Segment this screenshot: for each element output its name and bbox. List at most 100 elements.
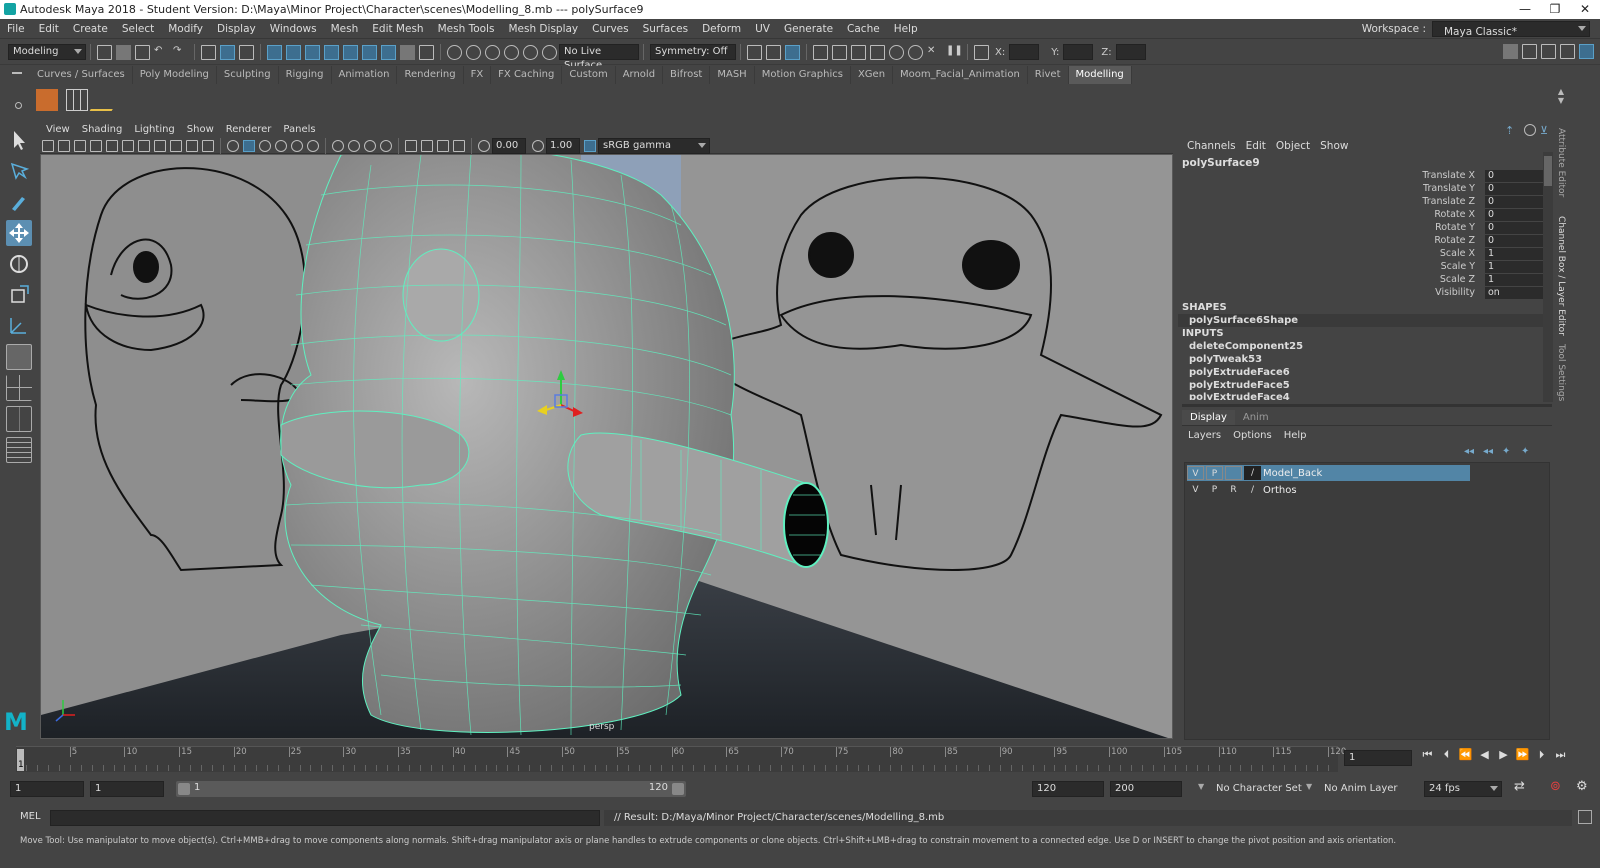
grid-icon[interactable] bbox=[106, 139, 118, 152]
anim-layer-select[interactable]: No Anim Layer bbox=[1324, 783, 1398, 794]
select-object-icon[interactable] bbox=[220, 44, 235, 60]
channel-box-tab[interactable]: Channel Box / Layer Editor bbox=[1556, 216, 1566, 336]
open-scene-icon[interactable] bbox=[116, 44, 131, 60]
z-field[interactable] bbox=[1115, 44, 1146, 60]
wireframe-on-shaded-icon[interactable] bbox=[259, 139, 271, 152]
attr-rotate-z[interactable]: Rotate Z0 bbox=[1178, 235, 1543, 248]
new-scene-icon[interactable] bbox=[97, 44, 112, 60]
attr-scale-y[interactable]: Scale Y1 bbox=[1178, 261, 1543, 274]
isolate-select-icon[interactable] bbox=[405, 139, 417, 152]
step-forward-key-icon[interactable]: ⏵ bbox=[1532, 748, 1551, 762]
mask-curves-icon[interactable] bbox=[305, 44, 320, 60]
snap-grid-icon[interactable] bbox=[447, 44, 462, 60]
color-management-icon[interactable] bbox=[584, 139, 596, 152]
move-layer-up-icon[interactable]: ◂◂ bbox=[1464, 446, 1479, 461]
workspace-select[interactable]: Maya Classic* bbox=[1432, 21, 1590, 38]
single-perspective-layout-icon[interactable] bbox=[6, 344, 32, 370]
menu-curves[interactable]: Curves bbox=[585, 19, 635, 39]
live-surface-field[interactable]: No Live Surface bbox=[559, 44, 639, 71]
motion-blur-icon[interactable] bbox=[348, 139, 360, 152]
mask-joints-icon[interactable] bbox=[286, 44, 301, 60]
shelf-tab-curves-surfaces[interactable]: Curves / Surfaces bbox=[30, 66, 133, 84]
four-view-layout-icon[interactable] bbox=[6, 375, 32, 401]
render-settings-icon[interactable] bbox=[870, 44, 885, 60]
range-start-field[interactable]: 1 bbox=[90, 781, 164, 797]
layer-visibility-toggle[interactable]: V bbox=[1187, 466, 1204, 480]
wireframe-icon[interactable] bbox=[227, 139, 239, 152]
current-frame-field[interactable]: 1 bbox=[1344, 750, 1412, 766]
resolution-gate-icon[interactable] bbox=[138, 139, 150, 152]
menu-help[interactable]: Help bbox=[887, 19, 925, 39]
range-start-handle[interactable] bbox=[178, 783, 190, 795]
hypershade-icon[interactable] bbox=[889, 44, 904, 60]
shelf-tab-poly-modeling[interactable]: Poly Modeling bbox=[133, 66, 217, 84]
snap-center-icon[interactable] bbox=[542, 44, 557, 60]
shelf-tab-moom-facial-animation[interactable]: Moom_Facial_Animation bbox=[893, 66, 1028, 84]
attr-rotate-x[interactable]: Rotate X0 bbox=[1178, 209, 1543, 222]
bookmarks-icon[interactable] bbox=[74, 139, 86, 152]
layer-row-orthos[interactable]: V P R / Orthos bbox=[1187, 482, 1470, 498]
exposure-field[interactable]: 0.00 bbox=[492, 137, 526, 154]
color-space-select[interactable]: sRGB gamma bbox=[598, 137, 710, 154]
field-chart-icon[interactable] bbox=[170, 139, 182, 152]
menu-modify[interactable]: Modify bbox=[161, 19, 210, 39]
layer-display-type-toggle[interactable] bbox=[1225, 466, 1242, 480]
attr-scale-x[interactable]: Scale X1 bbox=[1178, 248, 1543, 261]
play-backward-icon[interactable]: ◀ bbox=[1475, 748, 1494, 762]
channel-box-scrollbar[interactable] bbox=[1543, 152, 1553, 402]
menu-select[interactable]: Select bbox=[115, 19, 161, 39]
select-tool-icon[interactable] bbox=[6, 127, 32, 153]
two-view-layout-icon[interactable] bbox=[6, 406, 32, 432]
channel-box-icon[interactable] bbox=[1579, 44, 1594, 59]
camera-attributes-icon[interactable] bbox=[58, 139, 70, 152]
cb-menu-channels[interactable]: Channels bbox=[1182, 140, 1241, 152]
undo-icon[interactable]: ↶ bbox=[154, 45, 169, 60]
depth-of-field-icon[interactable] bbox=[380, 139, 392, 152]
save-scene-icon[interactable] bbox=[135, 44, 150, 60]
history-icon[interactable] bbox=[747, 44, 762, 60]
mask-dynamics-icon[interactable] bbox=[362, 44, 377, 60]
viewport-menu-view[interactable]: View bbox=[40, 122, 76, 138]
backface-culling-icon[interactable] bbox=[453, 139, 465, 152]
snap-surface-icon[interactable] bbox=[523, 44, 538, 60]
viewport-menu-panels[interactable]: Panels bbox=[277, 122, 321, 138]
time-slider[interactable]: 1 5 10 15 20 25 30 35 40 45 50 55 60 65 70 75 80 85 90 95 1… bbox=[0, 742, 1600, 775]
shelf-scroll-icon[interactable]: ▲ ▼ bbox=[1558, 87, 1564, 105]
attr-scale-z[interactable]: Scale Z1 bbox=[1178, 274, 1543, 287]
shelf-menu-icon[interactable] bbox=[12, 72, 22, 74]
attr-translate-x[interactable]: Translate X0 bbox=[1178, 170, 1543, 183]
highlight-selection-icon[interactable] bbox=[419, 44, 434, 60]
select-component-icon[interactable] bbox=[239, 44, 254, 60]
shelf-tab-rendering[interactable]: Rendering bbox=[397, 66, 464, 84]
menu-mesh[interactable]: Mesh bbox=[324, 19, 366, 39]
minimize-button[interactable]: — bbox=[1510, 0, 1540, 19]
layer-color-swatch[interactable]: / bbox=[1244, 466, 1261, 480]
menu-surfaces[interactable]: Surfaces bbox=[636, 19, 695, 39]
attr-rotate-y[interactable]: Rotate Y0 bbox=[1178, 222, 1543, 235]
menu-edit-mesh[interactable]: Edit Mesh bbox=[365, 19, 430, 39]
gamma-field[interactable]: 1.00 bbox=[546, 137, 580, 154]
tool-settings-tab[interactable]: Tool Settings bbox=[1556, 344, 1566, 401]
y-field[interactable] bbox=[1063, 44, 1094, 60]
gate-mask-icon[interactable] bbox=[154, 139, 166, 152]
menu-cache[interactable]: Cache bbox=[840, 19, 887, 39]
menu-deform[interactable]: Deform bbox=[695, 19, 748, 39]
viewport-menu-lighting[interactable]: Lighting bbox=[128, 122, 180, 138]
mel-input[interactable] bbox=[50, 810, 600, 826]
cb-menu-show[interactable]: Show bbox=[1315, 140, 1353, 152]
layer-color-swatch[interactable]: / bbox=[1244, 483, 1261, 497]
pause-icon[interactable]: ❚❚ bbox=[946, 45, 963, 60]
lock-icon[interactable] bbox=[400, 44, 415, 60]
xray-icon[interactable] bbox=[421, 139, 433, 152]
anim-layer-arrow-icon[interactable]: ▼ bbox=[1306, 782, 1312, 791]
mask-rendering-icon[interactable] bbox=[381, 44, 396, 60]
snap-view-plane-icon[interactable] bbox=[504, 44, 519, 60]
snap-point-icon[interactable] bbox=[485, 44, 500, 60]
attr-translate-z[interactable]: Translate Z0 bbox=[1178, 196, 1543, 209]
rotate-tool-icon[interactable] bbox=[6, 251, 32, 277]
input-node[interactable]: polyExtrudeFace4 bbox=[1178, 392, 1543, 400]
character-set-select[interactable]: No Character Set bbox=[1216, 783, 1302, 794]
input-node[interactable]: polyTweak53 bbox=[1178, 353, 1543, 366]
new-layer-icon[interactable]: ✦ bbox=[1502, 446, 1517, 461]
menu-file[interactable]: File bbox=[0, 19, 32, 39]
